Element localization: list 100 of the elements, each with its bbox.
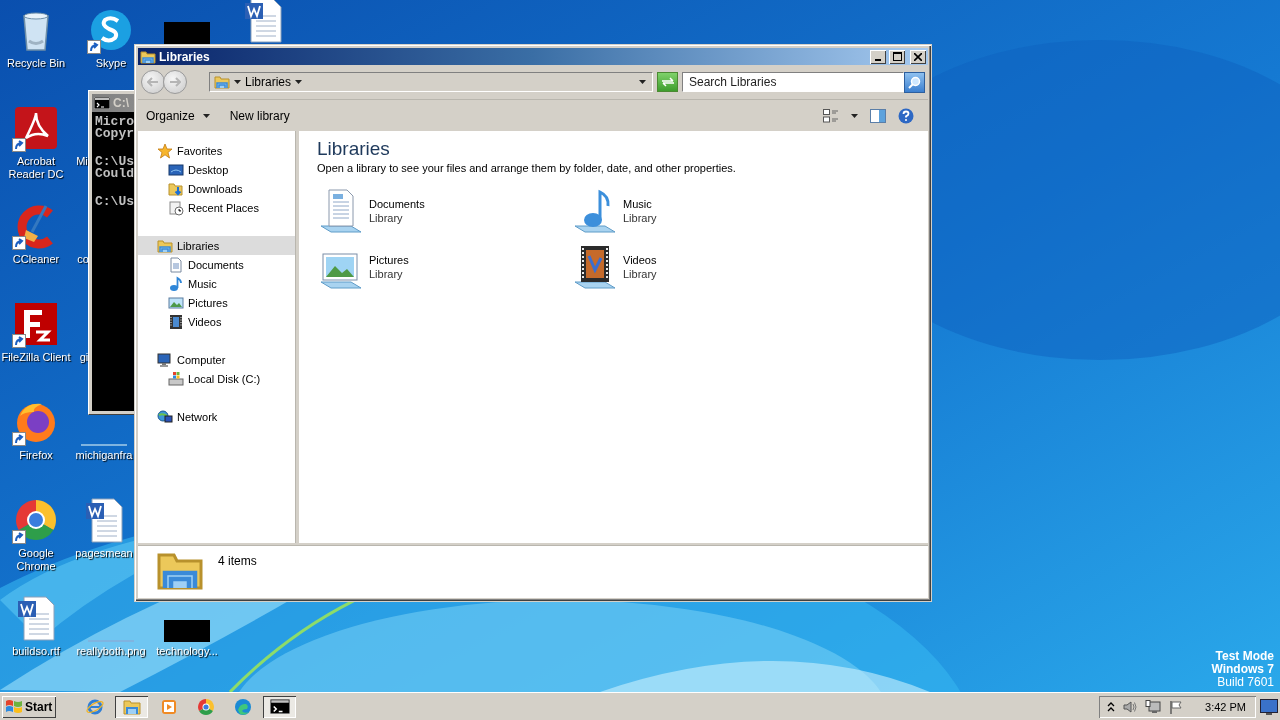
nav-item[interactable]: Local Disk (C:) — [138, 369, 295, 388]
network-icon[interactable] — [1145, 699, 1162, 714]
nav-item-label: Favorites — [177, 144, 223, 157]
breadcrumb[interactable]: Libraries — [245, 75, 292, 89]
library-type: Library — [369, 211, 404, 225]
nav-item-label: Pictures — [188, 296, 228, 309]
computer-icon — [157, 351, 173, 368]
icon-label: Recycle Bin — [6, 57, 66, 70]
console-line: Could — [95, 168, 134, 180]
nav-item[interactable]: Network — [138, 407, 295, 426]
library-name[interactable]: Documents — [369, 197, 425, 211]
nav-item[interactable]: Music — [138, 274, 295, 293]
icon-label: reallyboth.png — [76, 645, 146, 658]
window-title: Libraries — [159, 49, 211, 64]
monitor-icon — [168, 161, 184, 178]
preview-pane-icon — [870, 108, 886, 123]
icon-label: gi — [79, 351, 89, 364]
start-button[interactable]: Start — [2, 695, 56, 718]
flag-icon[interactable] — [1169, 699, 1184, 714]
library-folder-icon — [140, 48, 156, 65]
nav-item[interactable]: Documents — [138, 255, 295, 274]
nav-item[interactable]: Libraries — [138, 236, 295, 255]
nav-item-label: Network — [177, 410, 218, 423]
icon-label: pagesmean — [75, 547, 133, 560]
nav-item[interactable]: Videos — [138, 312, 295, 331]
nav-item[interactable]: Recent Places — [138, 198, 295, 217]
thumbnail-icon[interactable] — [164, 22, 210, 44]
caret-icon — [234, 80, 241, 84]
nav-item-label: Downloads — [188, 182, 243, 195]
view-menu-button[interactable] — [851, 113, 858, 118]
console-icon — [269, 699, 290, 714]
show-desktop-icon[interactable] — [1260, 698, 1278, 715]
nav-item-label: Libraries — [177, 239, 220, 252]
nav-item[interactable]: Pictures — [138, 293, 295, 312]
nav-item-label: Computer — [177, 353, 226, 366]
nav-item[interactable]: Favorites — [138, 141, 295, 160]
nav-item[interactable]: Desktop — [138, 160, 295, 179]
view-list-icon — [823, 108, 839, 123]
icon-label: michiganfra — [75, 449, 133, 462]
icon-label: FileZilla Client — [1, 351, 71, 364]
library-folder-icon — [214, 74, 230, 90]
browser-icon — [196, 697, 215, 716]
library-type: Library — [369, 267, 404, 281]
music-note-icon — [168, 275, 184, 292]
taskbar-app-button[interactable] — [263, 695, 296, 718]
library-folder-icon — [157, 237, 173, 254]
nav-item-label: Local Disk (C:) — [188, 372, 261, 385]
refresh-button[interactable] — [657, 72, 678, 92]
browser-icon — [233, 697, 252, 716]
maximize-button[interactable] — [889, 49, 905, 64]
icon-label: co — [77, 253, 89, 266]
help-icon — [898, 107, 914, 124]
media-player-icon — [159, 697, 178, 716]
thumbnail-icon[interactable] — [164, 620, 210, 642]
search-button[interactable] — [904, 71, 925, 93]
picture-icon — [168, 294, 184, 311]
minimize-button[interactable] — [870, 49, 886, 64]
close-icon — [914, 52, 922, 61]
address-bar[interactable]: Libraries — [209, 72, 653, 92]
view-options-button[interactable] — [823, 108, 839, 123]
windows-flag-icon — [5, 698, 23, 715]
help-button[interactable] — [898, 107, 914, 124]
icon-label: Mi — [76, 155, 88, 168]
system-notice-text: Test Mode — [1215, 650, 1274, 663]
nav-item[interactable]: Downloads — [138, 179, 295, 198]
preview-pane-button[interactable] — [870, 108, 886, 123]
show-hidden-icons-icon[interactable] — [1107, 701, 1116, 712]
minimize-icon — [875, 58, 881, 61]
toolbar-button[interactable]: Organize — [146, 108, 210, 123]
drive-icon — [168, 370, 184, 387]
film-icon — [168, 313, 184, 330]
console-line: Copyr — [95, 128, 134, 140]
search-icon — [908, 75, 921, 89]
caret-icon — [295, 80, 303, 84]
nav-item-label: Music — [188, 277, 217, 290]
search-field[interactable]: Search Libraries — [682, 72, 904, 92]
page-heading: Libraries — [317, 137, 391, 161]
taskbar-app-button[interactable] — [115, 695, 148, 718]
nav-item-label: Videos — [188, 315, 222, 328]
toolbar-button[interactable]: New library — [229, 108, 290, 123]
icon-label: CCleaner — [12, 253, 60, 266]
library-type: Library — [623, 211, 657, 225]
nav-item[interactable]: Computer — [138, 350, 295, 369]
console-line: Micro — [95, 116, 134, 128]
download-folder-icon — [168, 180, 184, 197]
maximize-icon — [892, 52, 902, 61]
clock[interactable]: 3:42 PM — [1205, 700, 1246, 713]
console-line: C:\Us — [95, 156, 134, 168]
library-name[interactable]: Music — [623, 197, 657, 211]
library-name[interactable]: Videos — [623, 253, 657, 267]
icon-label: technology... — [156, 645, 218, 658]
folder-icon — [122, 697, 141, 716]
speaker-icon[interactable] — [1123, 699, 1138, 714]
network-icon — [157, 408, 173, 425]
forward-arrow-icon — [169, 77, 181, 87]
library-name[interactable]: Pictures — [369, 253, 409, 267]
app-icon[interactable] — [12, 300, 60, 348]
refresh-arrows-icon — [660, 77, 675, 87]
app-icon[interactable] — [12, 104, 60, 152]
close-button[interactable] — [910, 49, 926, 64]
